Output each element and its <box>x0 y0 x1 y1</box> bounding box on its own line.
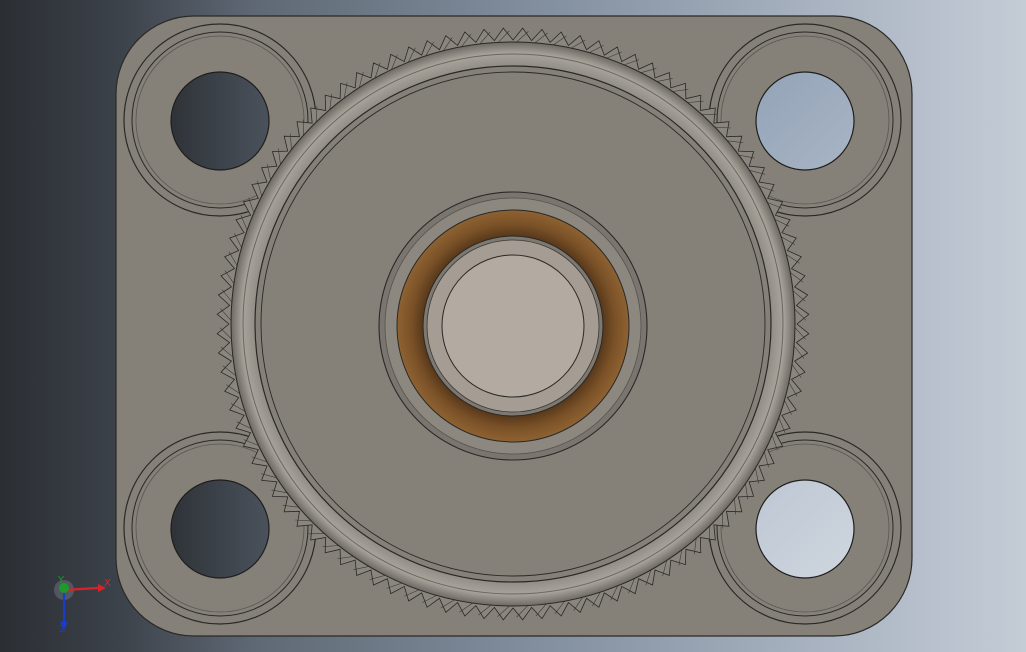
center-bore[interactable] <box>378 191 648 461</box>
coordinate-triad[interactable]: X Y Z <box>54 575 111 635</box>
triad-x-label: X <box>104 578 111 589</box>
model-view[interactable]: X Y Z <box>0 0 1026 652</box>
graphics-viewport[interactable]: X Y Z <box>0 0 1026 652</box>
triad-y-label: Y <box>57 575 65 586</box>
triad-z-label: Z <box>59 624 66 635</box>
shaft-end-face[interactable] <box>441 254 585 398</box>
